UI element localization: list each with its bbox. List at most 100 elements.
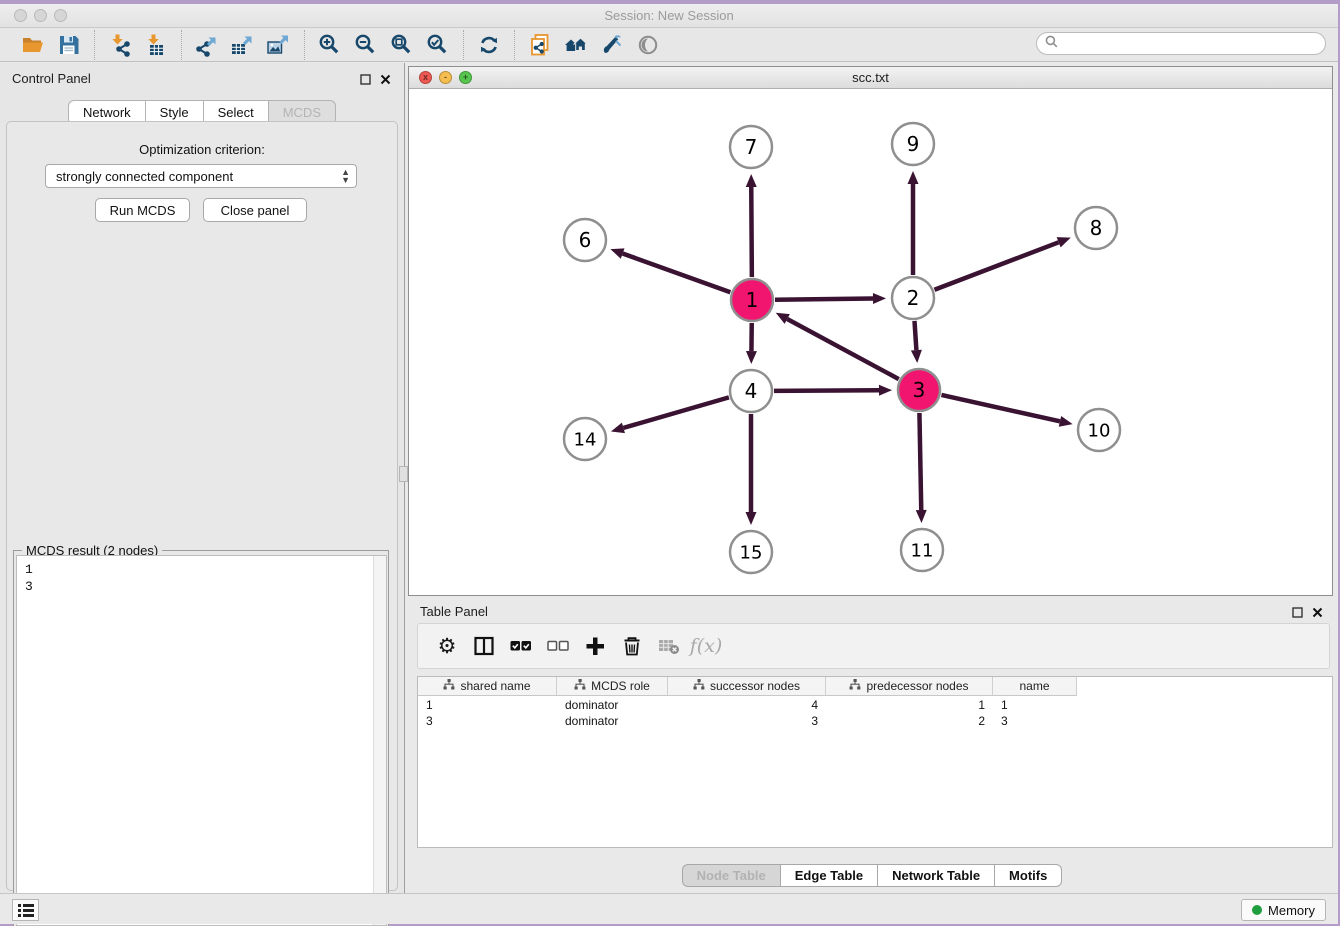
edge-4-14[interactable] [623,397,728,428]
add-row-icon[interactable] [578,629,612,663]
table-header-row: shared nameMCDS role successor nodes prede… [418,677,1077,696]
float-panel-icon[interactable] [358,72,372,86]
cell-name[interactable]: 3 [993,713,1077,729]
zoom-in-icon[interactable] [315,31,345,59]
search-input[interactable] [1063,36,1313,51]
edge-4-3[interactable] [774,390,879,391]
column-header-name[interactable]: name [993,677,1077,696]
clone-network-icon[interactable] [525,31,555,59]
vertical-splitter-grip[interactable] [399,466,408,482]
cell-shared-name[interactable]: 3 [418,713,557,729]
memory-button[interactable]: Memory [1241,899,1326,921]
network-canvas[interactable]: 1234678910111415 [409,89,1332,595]
unselect-all-icon[interactable] [541,629,575,663]
close-panel-icon[interactable] [378,72,392,86]
network-graph[interactable]: 1234678910111415 [409,89,1332,595]
export-image-icon[interactable] [264,31,294,59]
edge-2-3[interactable] [914,321,916,350]
edge-arrow-icon [908,171,919,184]
cell-name[interactable]: 1 [993,697,1077,713]
graph-node-label: 4 [745,379,758,403]
export-table-icon[interactable] [228,31,258,59]
column-header-shared-name[interactable]: shared name [418,677,557,696]
delete-table-icon[interactable] [652,629,686,663]
run-mcds-button[interactable]: Run MCDS [95,198,190,222]
network-titlebar[interactable]: x - + scc.txt [409,67,1332,89]
edge-3-10[interactable] [941,395,1060,421]
graph-node-label: 15 [740,542,763,563]
table-row[interactable]: 3dominator323 [418,713,1077,729]
edge-3-11[interactable] [919,413,921,510]
search-field[interactable] [1036,32,1326,55]
edge-arrow-icon [1059,416,1073,427]
tab-edge-table[interactable]: Edge Table [780,864,877,887]
select-all-icon[interactable] [504,629,538,663]
cell-successor-nodes[interactable]: 3 [668,713,826,729]
edge-1-2[interactable] [775,298,873,299]
task-history-button[interactable] [12,899,39,921]
edge-arrow-icon [916,510,927,523]
edge-arrow-icon [873,293,886,304]
tab-motifs[interactable]: Motifs [994,864,1062,887]
edge-2-8[interactable] [934,242,1058,289]
cell-predecessor-nodes[interactable]: 1 [826,697,993,713]
graphics-details-icon[interactable] [597,31,627,59]
desktop: Session: New Session Control Panel Netwo… [0,0,1340,926]
menu-list-icon [18,904,34,917]
cell-MCDS-role[interactable]: dominator [557,713,668,729]
function-builder-icon[interactable]: f(x) [689,629,723,663]
column-header-MCDS-role[interactable]: MCDS role [557,677,668,696]
column-label: successor nodes [710,679,800,693]
memory-label: Memory [1268,903,1315,918]
toolbar-group [514,30,673,60]
cell-shared-name[interactable]: 1 [418,697,557,713]
zoom-fit-icon[interactable] [387,31,417,59]
graph-node-label: 2 [907,286,920,310]
app-window: Session: New Session Control Panel Netwo… [0,4,1338,924]
close-table-panel-icon[interactable] [1310,605,1324,619]
overview-eye-icon[interactable] [633,31,663,59]
mcds-result-text: 1 3 [25,561,33,595]
node-table[interactable]: shared nameMCDS role successor nodes prede… [417,676,1333,848]
table-row[interactable]: 1dominator411 [418,697,1077,713]
zoom-out-icon[interactable] [351,31,381,59]
table-panel: Table Panel ⚙f(x) shared nameMCDS rolesu… [408,596,1336,892]
cell-MCDS-role[interactable]: dominator [557,697,668,713]
close-panel-button[interactable]: Close panel [203,198,307,222]
export-network-icon[interactable] [192,31,222,59]
result-scrollbar[interactable] [373,556,386,925]
columns-icon[interactable] [467,629,501,663]
delete-row-icon[interactable] [615,629,649,663]
criterion-select[interactable]: strongly connected component ▲▼ [45,164,357,188]
cell-predecessor-nodes[interactable]: 2 [826,713,993,729]
gear-icon[interactable]: ⚙ [430,629,464,663]
refresh-icon[interactable] [474,31,504,59]
open-folder-icon[interactable] [18,31,48,59]
save-icon[interactable] [54,31,84,59]
toolbar-group [463,30,514,60]
zoom-selected-icon[interactable] [423,31,453,59]
graph-node-label: 9 [907,132,920,156]
window-title: Session: New Session [0,8,1338,23]
tree-icon [574,679,586,693]
graph-node-label: 8 [1090,216,1103,240]
edge-1-6[interactable] [623,254,731,293]
tree-icon [693,679,705,693]
edge-1-7[interactable] [751,187,752,277]
import-network-icon[interactable] [105,31,135,59]
edge-arrow-icon [746,351,757,364]
column-header-successor-nodes[interactable]: successor nodes [668,677,826,696]
import-table-icon[interactable] [141,31,171,59]
edge-3-1[interactable] [787,319,899,379]
edge-arrow-icon [879,385,892,396]
tab-node-table[interactable]: Node Table [682,864,780,887]
edge-arrow-icon [911,350,922,363]
search-icon [1045,35,1058,53]
home-icon[interactable] [561,31,591,59]
tab-network-table[interactable]: Network Table [877,864,994,887]
float-table-panel-icon[interactable] [1290,605,1304,619]
edge-arrow-icon [1057,237,1071,247]
mcds-result-area[interactable]: 1 3 [16,555,387,926]
cell-successor-nodes[interactable]: 4 [668,697,826,713]
column-header-predecessor-nodes[interactable]: predecessor nodes [826,677,993,696]
